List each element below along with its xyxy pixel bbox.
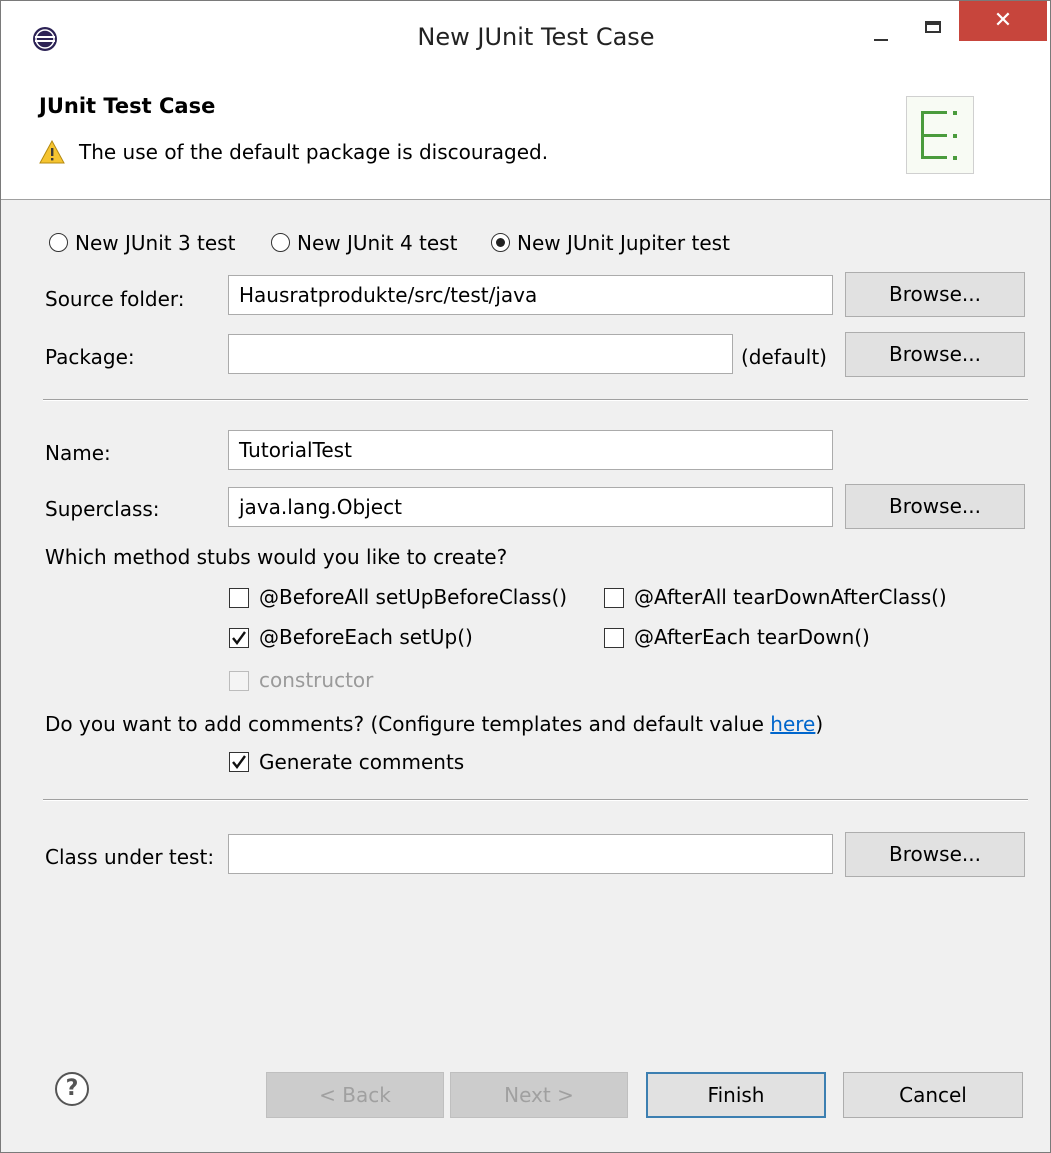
radio-junit3[interactable] bbox=[49, 233, 68, 252]
finish-button[interactable]: Finish bbox=[646, 1072, 826, 1118]
maximize-button[interactable] bbox=[911, 11, 955, 47]
junit-tree-icon bbox=[921, 111, 957, 160]
name-input[interactable]: TutorialTest bbox=[228, 430, 833, 470]
package-input[interactable] bbox=[228, 334, 733, 374]
comments-question: Do you want to add comments? (Configure … bbox=[45, 712, 823, 736]
package-label: Package: bbox=[45, 345, 135, 369]
wizard-header: JUnit Test Case The use of the default p… bbox=[1, 78, 1050, 200]
superclass-browse-button[interactable]: Browse... bbox=[845, 484, 1025, 529]
separator-2 bbox=[43, 799, 1028, 801]
before-each-checkbox[interactable] bbox=[229, 628, 249, 648]
minimize-icon bbox=[874, 39, 888, 41]
dialog-window: New JUnit Test Case ✕ JUnit Test Case Th… bbox=[0, 0, 1051, 1153]
after-each-label[interactable]: @AfterEach tearDown() bbox=[634, 625, 870, 649]
method-stubs-question: Which method stubs would you like to cre… bbox=[45, 545, 508, 569]
separator-1 bbox=[43, 399, 1028, 401]
constructor-label: constructor bbox=[259, 668, 374, 692]
radio-junit4-label[interactable]: New JUnit 4 test bbox=[297, 231, 457, 255]
minimize-button[interactable] bbox=[856, 21, 906, 57]
after-all-checkbox[interactable] bbox=[604, 588, 624, 608]
before-each-label[interactable]: @BeforeEach setUp() bbox=[259, 625, 473, 649]
class-under-test-label: Class under test: bbox=[45, 845, 215, 869]
warning-message: The use of the default package is discou… bbox=[79, 140, 549, 164]
class-under-test-input[interactable] bbox=[228, 834, 833, 874]
superclass-input[interactable]: java.lang.Object bbox=[228, 487, 833, 527]
generate-comments-checkbox[interactable] bbox=[229, 752, 249, 772]
superclass-label: Superclass: bbox=[45, 497, 160, 521]
templates-here-link[interactable]: here bbox=[770, 712, 815, 736]
package-default-hint: (default) bbox=[741, 345, 827, 369]
warning-icon bbox=[39, 140, 65, 164]
cancel-button[interactable]: Cancel bbox=[843, 1072, 1023, 1118]
source-folder-browse-button[interactable]: Browse... bbox=[845, 272, 1025, 317]
maximize-icon bbox=[925, 21, 941, 33]
junit-banner-icon bbox=[906, 96, 974, 174]
comments-question-text: Do you want to add comments? (Configure … bbox=[45, 712, 771, 736]
close-icon: ✕ bbox=[993, 8, 1013, 33]
radio-junit-jupiter-label[interactable]: New JUnit Jupiter test bbox=[517, 231, 730, 255]
comments-question-suffix: ) bbox=[815, 712, 824, 736]
before-all-checkbox[interactable] bbox=[229, 588, 249, 608]
page-title: JUnit Test Case bbox=[39, 94, 216, 118]
constructor-checkbox bbox=[229, 671, 249, 691]
radio-junit-jupiter[interactable] bbox=[491, 233, 510, 252]
title-bar: New JUnit Test Case ✕ bbox=[1, 1, 1050, 78]
help-icon[interactable]: ? bbox=[55, 1072, 89, 1106]
package-browse-button[interactable]: Browse... bbox=[845, 332, 1025, 377]
source-folder-label: Source folder: bbox=[45, 287, 185, 311]
class-under-test-browse-button[interactable]: Browse... bbox=[845, 832, 1025, 877]
radio-junit4[interactable] bbox=[271, 233, 290, 252]
before-all-label[interactable]: @BeforeAll setUpBeforeClass() bbox=[259, 585, 567, 609]
checkmark-icon bbox=[232, 755, 246, 769]
back-button: < Back bbox=[266, 1072, 444, 1118]
after-each-checkbox[interactable] bbox=[604, 628, 624, 648]
checkmark-icon bbox=[232, 631, 246, 645]
after-all-label[interactable]: @AfterAll tearDownAfterClass() bbox=[634, 585, 947, 609]
window-title: New JUnit Test Case bbox=[417, 23, 655, 51]
close-button[interactable]: ✕ bbox=[959, 1, 1047, 41]
name-label: Name: bbox=[45, 441, 111, 465]
source-folder-input[interactable]: Hausratprodukte/src/test/java bbox=[228, 275, 833, 315]
next-button: Next > bbox=[450, 1072, 628, 1118]
eclipse-app-icon bbox=[33, 27, 57, 51]
radio-junit3-label[interactable]: New JUnit 3 test bbox=[75, 231, 235, 255]
generate-comments-label[interactable]: Generate comments bbox=[259, 750, 464, 774]
